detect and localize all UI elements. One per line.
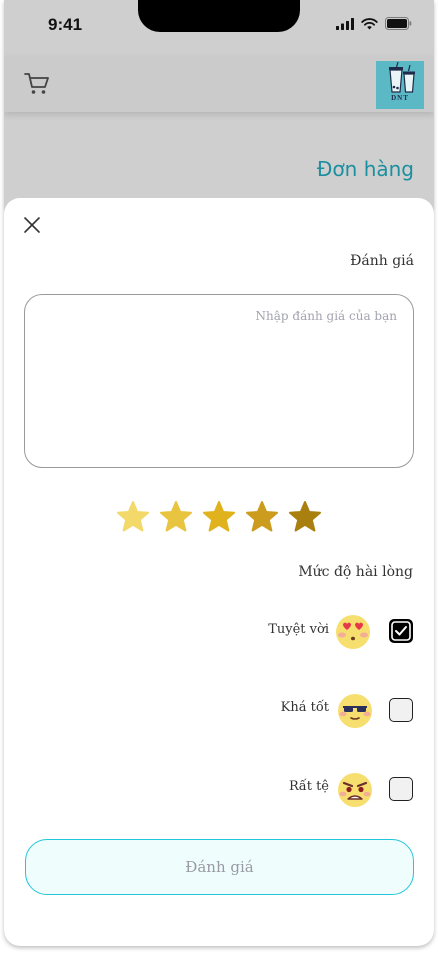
option-excellent-label: Tuyệt vời [268, 622, 329, 637]
star-shape [289, 501, 321, 532]
star-rating[interactable] [116, 500, 322, 534]
option-good-label: Khá tốt [280, 700, 329, 715]
option-bad-label: Rất tệ [288, 779, 329, 794]
angry-emoji-icon [338, 773, 372, 807]
logo-cups-icon [389, 61, 415, 93]
option-bad-checkbox[interactable] [389, 777, 413, 801]
star-icon-1[interactable] [116, 500, 150, 534]
review-input[interactable] [41, 309, 397, 453]
notch [138, 0, 300, 32]
star-shape [160, 501, 192, 532]
close-icon[interactable] [22, 215, 42, 235]
cart-icon[interactable] [24, 72, 50, 96]
satisfaction-label: Mức độ hài lòng [298, 564, 413, 580]
app-header: DNT [4, 56, 434, 112]
cool-sunglasses-emoji-icon [338, 694, 372, 728]
submit-review-button[interactable]: Đánh giá [25, 839, 414, 895]
star-shape [117, 501, 149, 532]
status-bar: 9:41 [4, 0, 434, 52]
star-icon-5[interactable] [288, 500, 322, 534]
check-icon [391, 621, 411, 641]
option-excellent-checkbox[interactable] [389, 619, 413, 643]
signal-icon [336, 17, 354, 30]
logo-text: DNT [391, 94, 409, 102]
wifi-icon [361, 17, 378, 29]
option-good-checkbox[interactable] [389, 698, 413, 722]
star-shape [246, 501, 278, 532]
phone-frame: 9:41 DNT Đơn hàng Đánh giá Nhập đánh giá… [4, 0, 434, 946]
review-text-area[interactable] [24, 294, 414, 468]
star-icon-3[interactable] [202, 500, 236, 534]
battery-icon [385, 17, 412, 30]
star-icon-2[interactable] [159, 500, 193, 534]
status-time: 9:41 [48, 15, 83, 34]
review-bottom-sheet: Đánh giá Mức độ hài lòng Tuyệt vời [4, 198, 434, 946]
review-title: Đánh giá [350, 253, 414, 269]
star-shape [203, 501, 235, 532]
star-icon-4[interactable] [245, 500, 279, 534]
heart-eyes-emoji-icon [336, 615, 370, 649]
status-icons [336, 17, 412, 30]
page-title: Đơn hàng [316, 157, 414, 181]
brand-logo[interactable]: DNT [376, 61, 424, 109]
